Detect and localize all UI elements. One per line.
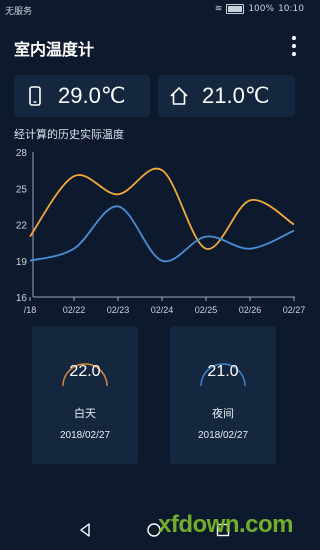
x-tick-label: 02/25 [195,305,218,315]
night-date: 2018/02/27 [197,430,249,441]
x-tick-label: 02/23 [107,305,130,315]
series-line-0 [29,167,295,250]
day-label: 白天 [74,407,96,420]
status-bar: 无服务 ≋ 100% 10:10 [0,0,309,20]
back-icon[interactable] [78,523,92,537]
y-tick-label: 25 [16,184,28,195]
clock-text: 10:10 [278,4,304,14]
app-title: 室内温度计 [14,40,95,59]
y-tick-label: 19 [16,257,28,268]
home-temperature-card: 21.0℃ [158,75,295,117]
phone-icon [29,86,41,106]
night-label: 夜间 [212,407,234,420]
battery-text: 100% [248,4,275,14]
home-icon [170,87,188,105]
home-temperature-value: 21.0℃ [202,83,270,108]
phone-temperature-card: 29.0℃ [14,75,150,117]
chart-title: 经计算的历史实际温度 [14,128,124,141]
y-tick-label: 22 [16,221,28,232]
temperature-history-chart: 16 19 22 25 28/18 02/22 02/23 02/24 02/25 02/26 02… [16,148,306,315]
status-right: ≋ 100% 10:10 [215,4,304,14]
series-line-1 [29,205,295,263]
x-tick-label: 02/22 [63,305,86,315]
more-vert-icon[interactable] [289,36,299,56]
day-date: 2018/02/27 [59,430,111,441]
y-tick-label: 16 [16,293,28,304]
x-tick-label: /18 [24,305,37,315]
day-temperature-value: 22.0 [69,363,101,380]
carrier-text: 无服务 [5,7,33,17]
x-tick-label: 02/26 [239,305,262,315]
wifi-icon: ≋ [214,4,223,14]
x-tick-label: 02/24 [151,305,174,315]
x-tick-label: 02/27 [283,305,306,315]
battery-icon [226,4,245,14]
day-temperature-card: 22.0 白天 2018/02/27 [32,326,138,464]
night-temperature-value: 21.0 [207,363,239,380]
phone-temperature-value: 29.0℃ [58,83,126,108]
night-temperature-card: 21.0 夜间 2018/02/27 [170,326,276,464]
app-bar: 室内温度计 [0,28,309,64]
watermark: xfdown.com [158,511,294,538]
y-tick-label: 28 [16,148,28,159]
